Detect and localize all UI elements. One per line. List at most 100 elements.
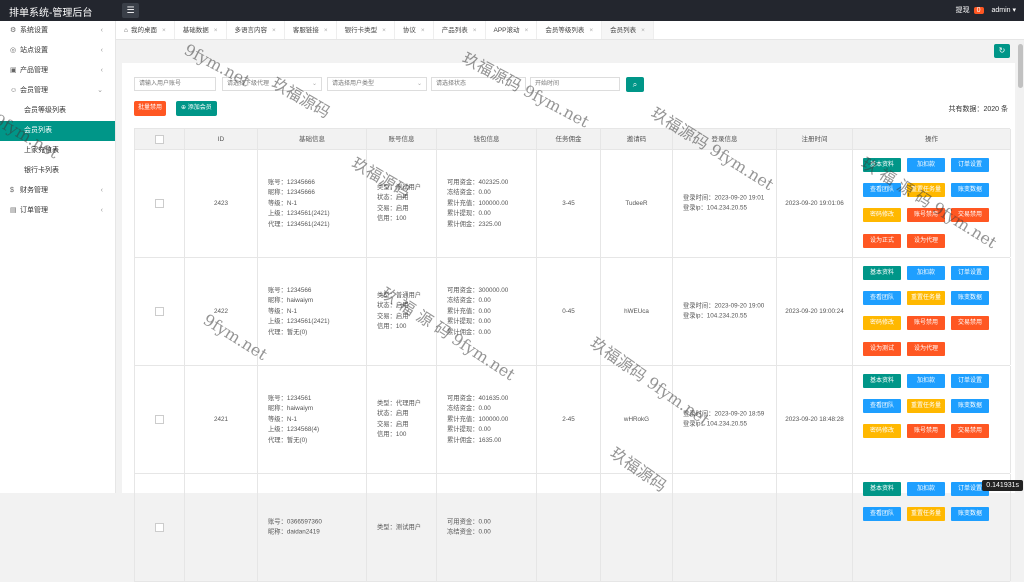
status-select-label: 请选择状态 xyxy=(436,81,466,87)
close-icon[interactable]: × xyxy=(473,27,477,34)
basic-info-line: 等级：N-1 xyxy=(268,306,330,317)
tab-7[interactable]: APP滚动 × xyxy=(486,21,538,40)
action-button[interactable]: 订单设置 xyxy=(951,374,989,388)
add-member-button[interactable]: ⊕ 添加会员 xyxy=(176,101,217,116)
account-info-line: 类型：测试用户 xyxy=(377,183,421,194)
sidebar-subitem-0[interactable]: 会员等级列表 xyxy=(0,101,115,121)
checkbox[interactable] xyxy=(155,135,164,144)
sidebar-item-3[interactable]: ☺会员管理⌄ xyxy=(0,81,115,101)
page-scrollbar[interactable] xyxy=(1017,40,1024,493)
action-button[interactable]: 查看团队 xyxy=(863,507,901,521)
batch-ban-button[interactable]: 批量禁用 xyxy=(134,101,166,116)
tab-4[interactable]: 银行卡类型 × xyxy=(337,21,395,40)
sidebar-item-b1[interactable]: ▤订单管理‹ xyxy=(0,201,115,221)
action-button[interactable]: 查看团队 xyxy=(863,183,901,197)
row-checkbox[interactable] xyxy=(155,307,164,316)
action-button[interactable]: 设为正式 xyxy=(863,234,901,248)
action-button[interactable]: 基本资料 xyxy=(863,158,901,172)
search-icon[interactable]: ⌕ xyxy=(626,77,644,92)
account-info-lines: 类型：代理用户状态：启用交易：启用信用：100 xyxy=(377,399,421,441)
action-button[interactable]: 账变数据 xyxy=(951,507,989,521)
action-button[interactable]: 设为代理 xyxy=(907,234,945,248)
refresh-icon[interactable]: ↻ xyxy=(994,44,1010,58)
action-button[interactable]: 重置任务量 xyxy=(907,399,945,413)
action-button[interactable]: 交易禁用 xyxy=(951,208,989,222)
account-info-line: 状态：启用 xyxy=(377,193,421,204)
action-button[interactable]: 密码修改 xyxy=(863,208,901,222)
tab-0[interactable]: ⌂我的桌面× xyxy=(116,21,175,40)
status-select[interactable]: 请选择状态⌄ xyxy=(431,77,526,91)
action-button[interactable]: 密码修改 xyxy=(863,424,901,438)
menu-toggle-icon[interactable]: ☰ xyxy=(122,3,139,18)
close-icon[interactable]: × xyxy=(272,27,276,34)
action-button[interactable]: 账号禁用 xyxy=(907,316,945,330)
sidebar-subitem-3[interactable]: 银行卡列表 xyxy=(0,161,115,181)
sidebar-item-b0[interactable]: $财务管理‹ xyxy=(0,181,115,201)
row-checkbox[interactable] xyxy=(155,523,164,532)
tab-2[interactable]: 多语言内容× xyxy=(227,21,285,40)
agent-select[interactable]: 请选择下级代理⌄ xyxy=(222,77,322,91)
sidebar-item-0[interactable]: ⚙系统设置‹ xyxy=(0,21,115,41)
action-button[interactable]: 重置任务量 xyxy=(907,507,945,521)
basic-info-lines: 账号：1234566昵称：haiwaiym等级：N-1上级：1234561(24… xyxy=(268,285,330,338)
action-button[interactable]: 账变数据 xyxy=(951,183,989,197)
login-info-lines: 登录时间：2023-09-20 18:59登录ip：104.234.20.55 xyxy=(683,409,764,430)
action-button[interactable]: 密码修改 xyxy=(863,316,901,330)
user-type-select[interactable]: 请选择用户类型⌄ xyxy=(327,77,427,91)
action-button[interactable]: 交易禁用 xyxy=(951,424,989,438)
action-button[interactable]: 基本资料 xyxy=(863,266,901,280)
action-button[interactable]: 加扣款 xyxy=(907,374,945,388)
action-button[interactable]: 账变数据 xyxy=(951,291,989,305)
render-timer: 0.141931s xyxy=(982,480,1023,491)
tab-3[interactable]: 客服链接× xyxy=(285,21,337,40)
sidebar-subitem-2[interactable]: 上家充值表 xyxy=(0,141,115,161)
action-button[interactable]: 基本资料 xyxy=(863,374,901,388)
action-button[interactable]: 设为测试 xyxy=(863,342,901,356)
action-button[interactable]: 查看团队 xyxy=(863,291,901,305)
action-button[interactable]: 加扣款 xyxy=(907,482,945,496)
action-button[interactable]: 基本资料 xyxy=(863,482,901,496)
action-button[interactable]: 订单设置 xyxy=(951,266,989,280)
sidebar-item-2[interactable]: ▣产品管理‹ xyxy=(0,61,115,81)
action-button[interactable]: 账号禁用 xyxy=(907,424,945,438)
close-icon[interactable]: × xyxy=(382,27,386,34)
action-button[interactable]: 订单设置 xyxy=(951,158,989,172)
tab-8[interactable]: 会员等级列表× xyxy=(537,21,602,40)
action-button[interactable]: 交易禁用 xyxy=(951,316,989,330)
close-icon[interactable]: × xyxy=(421,27,425,34)
task-cell: 2-45 xyxy=(537,366,601,473)
close-icon[interactable]: × xyxy=(589,27,593,34)
tab-label: 产品列表 xyxy=(442,27,468,34)
tab-1[interactable]: 基础数据× xyxy=(175,21,227,40)
action-button[interactable]: 重置任务量 xyxy=(907,291,945,305)
close-icon[interactable]: × xyxy=(641,27,645,34)
close-icon[interactable]: × xyxy=(162,27,166,34)
action-button[interactable]: 加扣款 xyxy=(907,266,945,280)
action-button[interactable]: 设为代理 xyxy=(907,342,945,356)
tab-label: APP滚动 xyxy=(494,27,520,34)
sidebar-item-1[interactable]: ◎站点设置‹ xyxy=(0,41,115,61)
sidebar-subitem-1[interactable]: 会员列表 xyxy=(0,121,115,141)
login-info-line: 登录时间：2023-09-20 19:01 xyxy=(683,193,764,204)
tab-label: 银行卡类型 xyxy=(345,27,378,34)
start-time-input[interactable]: 开始时间 xyxy=(530,77,620,91)
action-button[interactable]: 重置任务量 xyxy=(907,183,945,197)
withdraw-link[interactable]: 提现 xyxy=(956,5,970,15)
tab-6[interactable]: 产品列表 × xyxy=(434,21,486,40)
close-icon[interactable]: × xyxy=(525,27,529,34)
action-button[interactable]: 查看团队 xyxy=(863,399,901,413)
user-menu[interactable]: admin xyxy=(991,7,1010,14)
account-search-input[interactable]: 请输入用户账号 xyxy=(134,77,216,91)
user-caret-icon[interactable]: ▾ xyxy=(1012,6,1016,14)
close-icon[interactable]: × xyxy=(324,27,328,34)
tab-9[interactable]: 会员列表× xyxy=(602,21,654,40)
scrollbar-thumb[interactable] xyxy=(1018,44,1023,88)
row-checkbox[interactable] xyxy=(155,199,164,208)
close-icon[interactable]: × xyxy=(214,27,218,34)
action-button[interactable]: 账号禁用 xyxy=(907,208,945,222)
tab-5[interactable]: 协议× xyxy=(395,21,434,40)
select-all-checkbox[interactable] xyxy=(135,129,185,150)
action-button[interactable]: 账变数据 xyxy=(951,399,989,413)
action-button[interactable]: 加扣款 xyxy=(907,158,945,172)
row-checkbox[interactable] xyxy=(155,415,164,424)
